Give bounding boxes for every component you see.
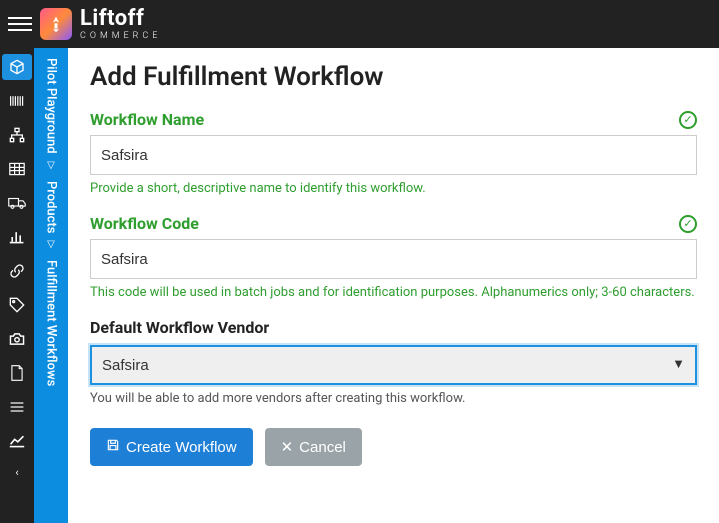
workflow-code-input[interactable]: [90, 239, 697, 279]
main-content: Add Fulfillment Workflow Workflow Name ✓…: [68, 48, 719, 523]
icon-sidebar: ‹: [0, 48, 34, 523]
pdf-icon[interactable]: [2, 360, 32, 386]
chevron-down-icon: ▽: [47, 239, 55, 250]
barcode-icon[interactable]: [2, 88, 32, 114]
brand-text: Liftoff COMMERCE: [80, 8, 161, 41]
brand-logo-icon: [40, 8, 72, 40]
brand-main: Liftoff: [80, 8, 161, 30]
workflow-name-input[interactable]: [90, 135, 697, 175]
cube-icon[interactable]: [2, 54, 32, 80]
valid-check-icon: ✓: [679, 215, 697, 233]
chart-icon[interactable]: [2, 224, 32, 250]
workflow-name-help: Provide a short, descriptive name to ide…: [90, 181, 697, 196]
crumb-section-2[interactable]: Products: [44, 181, 59, 233]
vendor-help: You will be able to add more vendors aft…: [90, 391, 697, 406]
menu-button[interactable]: [8, 12, 32, 36]
crumb-section-1[interactable]: Pilot Playground: [44, 58, 59, 154]
vendor-label: Default Workflow Vendor: [90, 318, 697, 337]
sitemap-icon[interactable]: [2, 122, 32, 148]
save-icon: [106, 438, 120, 456]
trend-icon[interactable]: [2, 428, 32, 454]
workflow-code-help: This code will be used in batch jobs and…: [90, 285, 697, 300]
brand-sub: COMMERCE: [80, 32, 161, 41]
cancel-button-label: Cancel: [299, 439, 346, 456]
page-title: Add Fulfillment Workflow: [90, 62, 697, 92]
create-workflow-button[interactable]: Create Workflow: [90, 428, 253, 466]
workflow-code-label: Workflow Code: [90, 214, 199, 233]
camera-icon[interactable]: [2, 326, 32, 352]
collapse-rail-icon[interactable]: ‹: [2, 462, 32, 482]
chevron-down-icon: ▽: [47, 160, 55, 171]
cancel-button[interactable]: ✕ Cancel: [265, 428, 362, 466]
crumb-section-3[interactable]: Fulfillment Workflows: [44, 260, 59, 386]
valid-check-icon: ✓: [679, 111, 697, 129]
tag-icon[interactable]: [2, 292, 32, 318]
breadcrumb-rail: Pilot Playground ▽ Products ▽ Fulfillmen…: [34, 48, 68, 523]
close-icon: ✕: [281, 438, 294, 456]
link-icon[interactable]: [2, 258, 32, 284]
vendor-select[interactable]: Safsira: [90, 345, 697, 385]
sliders-icon[interactable]: [2, 394, 32, 420]
create-button-label: Create Workflow: [126, 439, 237, 456]
table-icon[interactable]: [2, 156, 32, 182]
shipping-icon[interactable]: [2, 190, 32, 216]
workflow-name-label: Workflow Name: [90, 110, 204, 129]
